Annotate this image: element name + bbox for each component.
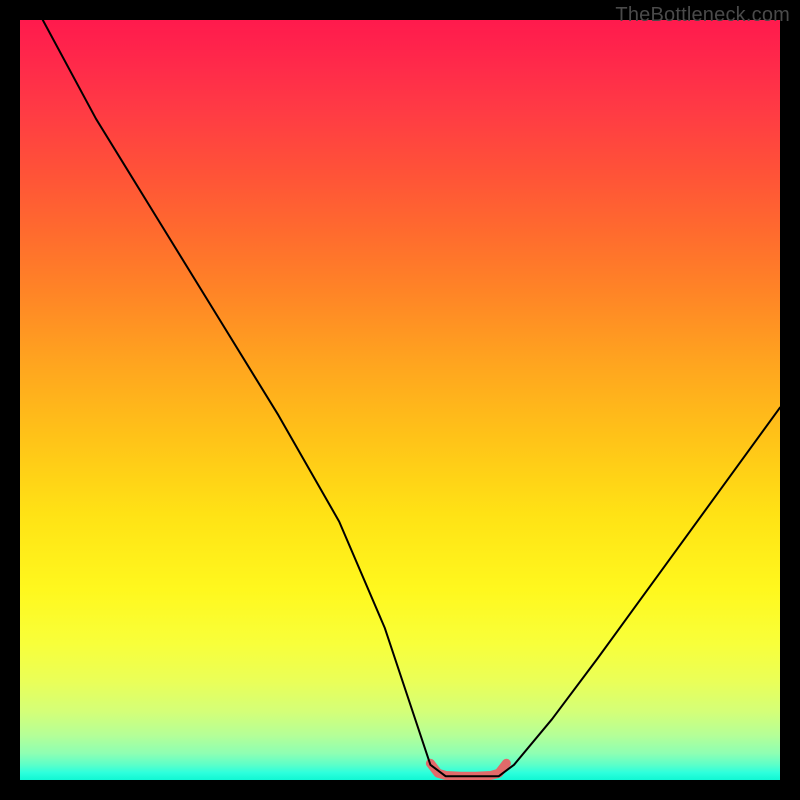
chart-container: TheBottleneck.com [0,0,800,800]
chart-svg [20,20,780,780]
watermark-text: TheBottleneck.com [615,4,790,27]
curve-line [43,20,780,776]
valley-band [430,763,506,776]
plot-area [20,20,780,780]
